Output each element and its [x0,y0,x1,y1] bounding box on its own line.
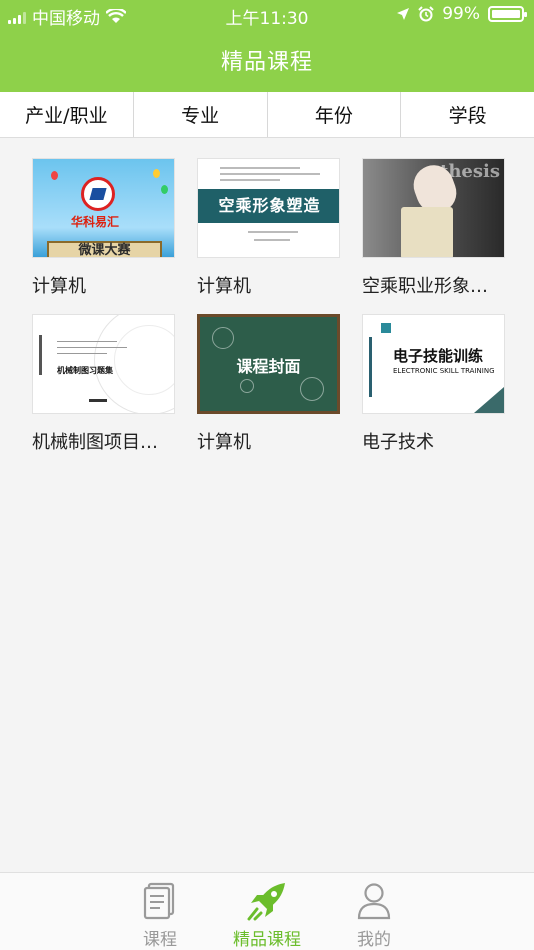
tab-label: 精品课程 [233,930,301,950]
brand-logo [81,177,115,211]
page-title: 精品课程 [220,50,313,75]
filter-bar: 产业/职业 专业 年份 学段 [0,92,534,138]
course-cover-image[interactable]: 课程封面 [197,314,340,414]
status-bar: 中国移动 上午11:30 99% [0,0,534,30]
battery-icon [488,6,527,22]
tab-label: 我的 [357,930,391,950]
course-cover-image[interactable]: 机械制图习题集 [32,314,175,414]
course-card[interactable]: 空乘形象塑造 计算机 [197,158,340,298]
rocket-icon [247,883,285,921]
user-icon [357,883,391,920]
tab-courses[interactable]: 课程 [107,873,214,950]
course-title[interactable]: 计算机 [197,428,337,454]
cover-heading: 电子技能训练 [393,347,484,365]
tab-profile[interactable]: 我的 [321,873,428,950]
battery-percent: 99% [442,4,480,24]
bottom-tab-bar: 课程 精品课程 我的 [0,872,534,950]
app-header: 中国移动 上午11:30 99% 精品课程 [0,0,534,92]
cover-heading: 空乘形象塑造 [198,189,339,223]
course-card[interactable]: 课程封面 计算机 [197,314,340,454]
course-title[interactable]: 空乘职业形象… [362,272,502,298]
location-icon [397,8,410,20]
document-icon [143,882,175,920]
alarm-icon [418,6,434,22]
course-grid: 华科易汇 微课大赛 计算机 空乘形象塑造 计算机 thesis 空乘职业形象… [32,158,512,454]
course-card[interactable]: 机械制图习题集 机械制图项目… [32,314,175,454]
tab-featured-courses[interactable]: 精品课程 [214,873,321,950]
course-card[interactable]: 华科易汇 微课大赛 计算机 [32,158,175,298]
cover-brand: 华科易汇 [71,215,120,229]
course-cover-image[interactable]: 空乘形象塑造 [197,158,340,258]
course-cover-image[interactable]: 电子技能训练 ELECTRONIC SKILL TRAINING [362,314,505,414]
course-cover-image[interactable]: 华科易汇 微课大赛 [32,158,175,258]
course-title[interactable]: 计算机 [197,272,337,298]
cover-heading: 课程封面 [236,357,301,376]
course-title[interactable]: 机械制图项目… [32,428,172,454]
course-cover-image[interactable]: thesis [362,158,505,258]
course-card[interactable]: 电子技能训练 ELECTRONIC SKILL TRAINING 电子技术 [362,314,505,454]
filter-year[interactable]: 年份 [268,92,402,137]
cover-subtitle: ELECTRONIC SKILL TRAINING [393,367,495,375]
cover-heading: 机械制图习题集 [57,366,113,375]
filter-stage[interactable]: 学段 [401,92,534,137]
filter-industry[interactable]: 产业/职业 [0,92,134,137]
tab-label: 课程 [143,930,177,950]
filter-major[interactable]: 专业 [134,92,268,137]
course-title[interactable]: 计算机 [32,272,172,298]
course-card[interactable]: thesis 空乘职业形象… [362,158,505,298]
cover-banner: 微课大赛 [47,241,162,257]
course-title[interactable]: 电子技术 [362,428,502,454]
